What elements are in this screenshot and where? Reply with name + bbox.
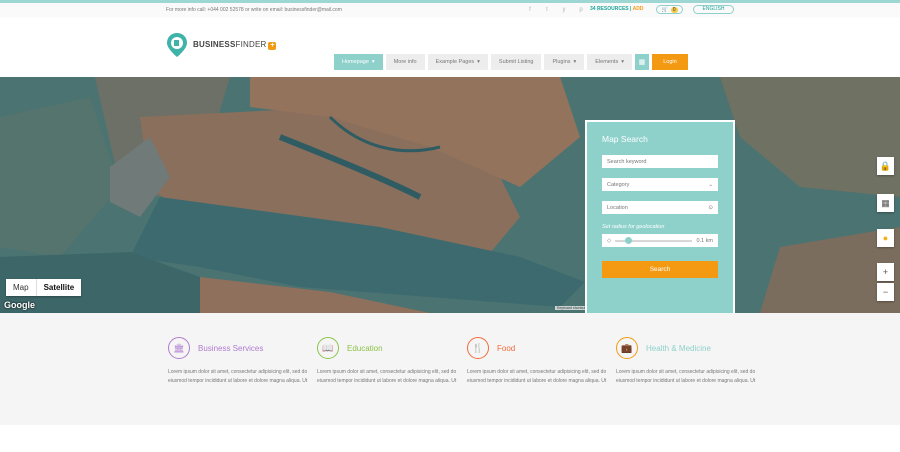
youtube-icon[interactable]: y xyxy=(560,6,568,14)
geolocation-icon[interactable]: ⊙ xyxy=(708,205,713,211)
category-food[interactable]: 🍴 Food Lorem ipsum dolor sit amet, conse… xyxy=(467,337,607,386)
location-placeholder: Location xyxy=(607,204,628,211)
category-description: Lorem ipsum dolor sit amet, consectetur … xyxy=(467,369,607,384)
zoom-out-button[interactable]: − xyxy=(877,283,894,301)
category-title[interactable]: Health & Medicine xyxy=(646,344,711,353)
plus-icon: + xyxy=(268,42,277,50)
page-bottom xyxy=(0,425,900,452)
category-education[interactable]: 📖 Education Lorem ipsum dolor sit amet, … xyxy=(317,337,457,386)
language-selector[interactable]: ENGLISH xyxy=(693,5,734,14)
nav-plugins[interactable]: Plugins ▾ xyxy=(544,54,585,70)
login-button[interactable]: Login xyxy=(651,54,688,70)
radius-value: 0.1 km xyxy=(696,237,713,244)
radius-label: Set radius for geolocation xyxy=(602,224,665,230)
search-keyword-input[interactable]: Search keyword xyxy=(602,155,718,168)
layers-grid-icon[interactable]: ▦ xyxy=(877,194,894,212)
nav-label: Homepage xyxy=(342,59,369,65)
chevron-down-icon: ▾ xyxy=(621,59,624,65)
facebook-icon[interactable]: f xyxy=(526,6,534,14)
category-title[interactable]: Business Services xyxy=(198,344,263,353)
nav-label: More info xyxy=(393,59,417,65)
nav-more-info[interactable]: More info xyxy=(385,54,425,70)
nav-label: Example Pages xyxy=(435,59,475,65)
map-search-panel: Map Search Search keyword Category ⌄ Loca… xyxy=(587,122,733,314)
nav-label: Submit Listing xyxy=(498,59,534,65)
lock-icon[interactable]: 🔒 xyxy=(877,157,894,175)
street-view-pegman-icon[interactable]: ● xyxy=(877,229,894,247)
fork-knife-icon: 🍴 xyxy=(467,337,489,359)
category-description: Lorem ipsum dolor sit amet, consectetur … xyxy=(616,369,756,384)
grid-menu-icon[interactable]: ▦ xyxy=(634,54,649,70)
brand-thin: FINDER xyxy=(235,40,267,49)
chevron-down-icon: ⌄ xyxy=(708,181,713,188)
radius-slider[interactable]: ◇ 0.1 km xyxy=(602,234,718,247)
nav-elements[interactable]: Elements ▾ xyxy=(587,54,632,70)
chevron-down-icon: ▾ xyxy=(371,59,375,65)
contact-info: For more info call: +044 002 52578 or wr… xyxy=(166,7,342,13)
medical-bag-icon: 💼 xyxy=(616,337,638,359)
twitter-icon[interactable]: t xyxy=(543,6,551,14)
cart-icon: 🛒 xyxy=(661,6,668,13)
location-input[interactable]: Location ⊙ xyxy=(602,201,718,214)
nav-submit-listing[interactable]: Submit Listing xyxy=(490,54,542,70)
satellite-map-image xyxy=(0,77,900,313)
radius-knob[interactable] xyxy=(625,236,633,244)
category-description: Lorem ipsum dolor sit amet, consectetur … xyxy=(317,369,457,384)
nav-homepage[interactable]: Homepage ▾ xyxy=(334,54,383,70)
zoom-in-button[interactable]: + xyxy=(877,263,894,281)
category-title[interactable]: Education xyxy=(347,344,383,353)
logo-pin-icon xyxy=(167,33,187,57)
category-health-medicine[interactable]: 💼 Health & Medicine Lorem ipsum dolor si… xyxy=(616,337,756,386)
radius-toggle-icon[interactable]: ◇ xyxy=(607,238,611,244)
site-header: BUSINESSFINDER + Homepage ▾ More info Exam… xyxy=(0,17,900,77)
chevron-down-icon: ▾ xyxy=(573,59,577,65)
add-link[interactable]: ADD xyxy=(633,6,644,12)
category-select[interactable]: Category ⌄ xyxy=(602,178,718,191)
chevron-down-icon: ▾ xyxy=(477,59,480,65)
category-title[interactable]: Food xyxy=(497,344,515,353)
category-business-services[interactable]: 🏛 Business Services Lorem ipsum dolor si… xyxy=(168,337,308,386)
resources-count: 34 RESOURCES xyxy=(590,6,629,12)
category-value: Category xyxy=(607,181,630,188)
map-view[interactable] xyxy=(0,77,900,313)
resources-link[interactable]: 34 RESOURCES | ADD xyxy=(590,6,643,12)
map-type-control: Map Satellite xyxy=(6,279,82,296)
radius-track[interactable] xyxy=(615,236,693,244)
categories-section: 🏛 Business Services Lorem ipsum dolor si… xyxy=(0,313,900,425)
search-button[interactable]: Search xyxy=(602,261,718,278)
site-logo[interactable]: BUSINESSFINDER + xyxy=(166,32,277,58)
nav-label: Plugins xyxy=(552,59,571,65)
pinterest-icon[interactable]: p xyxy=(577,6,585,14)
bank-icon: 🏛 xyxy=(168,337,190,359)
category-description: Lorem ipsum dolor sit amet, consectetur … xyxy=(168,369,308,384)
top-bar: For more info call: +044 002 52578 or wr… xyxy=(0,3,900,17)
book-icon: 📖 xyxy=(317,337,339,359)
cart-button[interactable]: 🛒 0 xyxy=(656,5,683,14)
map-search-title: Map Search xyxy=(602,134,648,144)
brand-bold: BUSINESS xyxy=(193,40,236,49)
nav-label: Elements xyxy=(595,59,619,65)
brand-name: BUSINESSFINDER + xyxy=(193,40,277,50)
keyword-placeholder: Search keyword xyxy=(607,158,647,165)
map-type-satellite-button[interactable]: Satellite xyxy=(35,279,82,296)
cart-count: 0 xyxy=(670,6,678,13)
google-logo: Google xyxy=(4,300,35,310)
map-type-map-button[interactable]: Map xyxy=(6,279,36,296)
nav-example-pages[interactable]: Example Pages ▾ xyxy=(427,54,488,70)
main-nav: Homepage ▾ More info Example Pages ▾ Submi… xyxy=(334,54,688,70)
